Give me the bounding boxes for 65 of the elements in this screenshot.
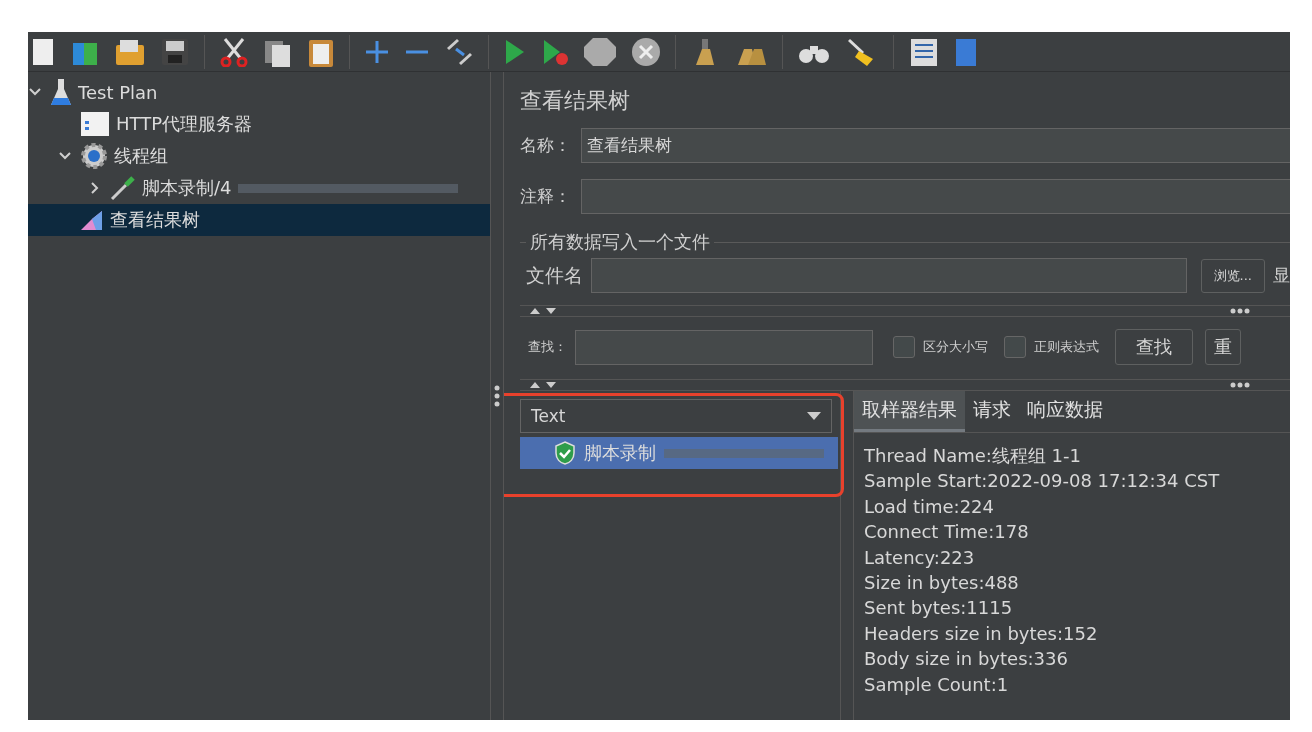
browse-button[interactable]: 浏览...: [1200, 258, 1265, 293]
result-line: Thread Name:线程组 1-1: [864, 444, 1082, 468]
tree-row[interactable]: 线程组: [28, 140, 490, 172]
result-line: Body size in bytes:336: [864, 647, 1069, 672]
tree-label: 查看结果树: [110, 208, 200, 232]
result-tab[interactable]: 取样器结果: [854, 391, 965, 432]
shutdown-icon[interactable]: [631, 36, 661, 67]
field-label: 注释：: [520, 185, 571, 208]
new-file-icon[interactable]: [30, 36, 56, 67]
result-tab[interactable]: 响应数据: [1019, 391, 1111, 432]
result-line: Load time:224: [864, 494, 995, 519]
tree-row[interactable]: HTTP代理服务器: [28, 108, 490, 140]
comment-field[interactable]: [581, 179, 1290, 214]
tree-row[interactable]: 查看结果树: [28, 204, 490, 236]
splitter-arrows-icon[interactable]: [528, 381, 558, 389]
gear-icon: [80, 142, 108, 170]
result-item[interactable]: 脚本录制: [520, 437, 838, 469]
toggle-icon[interactable]: [444, 36, 474, 67]
field-label: 显: [1273, 264, 1290, 287]
result-label: 脚本录制: [584, 441, 656, 465]
find-button[interactable]: 查找: [1115, 329, 1193, 365]
tree-row[interactable]: Test Plan: [28, 76, 490, 108]
field-label: 文件名: [526, 262, 583, 288]
dropdown-arrow-icon: [807, 412, 821, 420]
result-line: Sent bytes:1115: [864, 596, 1014, 621]
more-dots-icon[interactable]: [1230, 308, 1250, 314]
dropper-icon: [110, 175, 136, 201]
tree-label: HTTP代理服务器: [116, 112, 253, 136]
flask-icon: [50, 77, 72, 107]
play-no-pause-icon[interactable]: [541, 37, 569, 66]
name-field[interactable]: 查看结果树: [581, 128, 1290, 163]
reset-button[interactable]: 重: [1205, 329, 1241, 365]
drag-handle-icon[interactable]: [494, 385, 500, 407]
list-icon[interactable]: [908, 36, 940, 67]
more-dots-icon[interactable]: [1230, 382, 1250, 388]
field-label: 查找：: [528, 338, 567, 356]
group-title: 所有数据写入一个文件: [530, 230, 710, 254]
checkbox-label: 正则表达式: [1034, 338, 1099, 356]
tree-row[interactable]: 脚本录制/4: [28, 172, 490, 204]
pane-divider[interactable]: [840, 391, 854, 720]
panel-title: 查看结果树: [520, 87, 631, 115]
field-label: 名称：: [520, 134, 571, 157]
scissors-icon[interactable]: [219, 36, 249, 67]
checkbox[interactable]: [1004, 336, 1026, 358]
result-line: Sample Count:1: [864, 672, 1010, 697]
graph-icon: [80, 209, 104, 231]
filename-field[interactable]: [591, 258, 1187, 293]
checkbox[interactable]: [893, 336, 915, 358]
tree-label: 脚本录制/4: [142, 176, 232, 200]
result-line: Headers size in bytes:152: [864, 621, 1099, 646]
plus-icon[interactable]: [364, 38, 390, 65]
result-line: Sample Start:2022-09-08 17:12:34 CST: [864, 469, 1221, 494]
search-field[interactable]: [575, 329, 873, 365]
result-line: Connect Time:178: [864, 520, 1030, 545]
stop-icon[interactable]: [583, 36, 617, 67]
result-tab[interactable]: 请求: [965, 391, 1019, 432]
result-line: Size in bytes:488: [864, 571, 1020, 596]
tree-label: Test Plan: [78, 81, 158, 103]
window-icon: [80, 111, 110, 137]
splitter-arrows-icon[interactable]: [528, 307, 558, 315]
renderer-dropdown[interactable]: Text: [520, 399, 832, 433]
checkbox-label: 区分大小写: [923, 338, 988, 356]
save-icon[interactable]: [160, 36, 190, 67]
result-line: Latency:223: [864, 545, 976, 570]
tree-label: 线程组: [114, 144, 168, 168]
